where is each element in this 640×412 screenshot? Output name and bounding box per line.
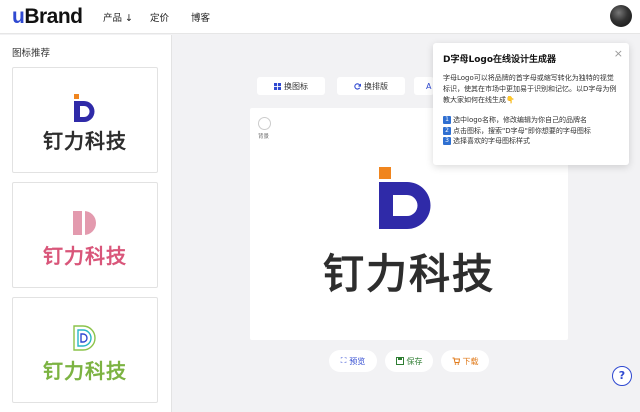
brand-logo-text: Brand	[24, 5, 83, 28]
tooltip-body: 字母Logo可以将品牌的首字母或缩写转化为独特的视觉标识，使其在市场中更加易于识…	[443, 74, 617, 104]
recommend-card-3[interactable]: 钉力科技	[12, 297, 158, 403]
change-icon-label: 换图标	[284, 81, 308, 91]
chevron-down-icon: ↓	[125, 13, 134, 24]
recommend-card-3-word: 钉力科技	[43, 359, 127, 383]
save-label: 保存	[406, 356, 423, 366]
step-number-2: 2	[443, 126, 451, 135]
cart-icon	[452, 357, 460, 365]
change-icon-button[interactable]: 换图标	[257, 77, 325, 95]
background-label: 背景	[258, 134, 270, 140]
background-color-swatch[interactable]	[258, 117, 271, 130]
d-letter-pink-icon	[73, 211, 96, 235]
user-avatar[interactable]	[610, 5, 632, 27]
icon-recommend-sidebar: 图标推荐 钉力科技 钉力科技 钉力科技	[0, 35, 172, 412]
nav-pricing[interactable]: 定价	[150, 10, 169, 24]
recommend-card-2-word: 钉力科技	[43, 244, 127, 268]
download-label: 下载	[462, 356, 479, 366]
preview-button[interactable]: ⛶ 预览	[329, 350, 377, 372]
recommend-card-1-word: 钉力科技	[43, 129, 127, 153]
tooltip-step-1: 1 选中logo名称，修改编辑为你自己的品牌名	[443, 115, 619, 126]
brand-logo[interactable]: uBrand	[12, 5, 83, 29]
top-nav-bar: uBrand 产品 ↓ 定价 博客	[0, 0, 640, 34]
tooltip-title: D字母Logo在线设计生成器	[443, 55, 557, 65]
text-style-button[interactable]: A	[414, 77, 434, 95]
brand-logo-u: u	[12, 5, 25, 28]
logo-brand-name[interactable]: 钉力科技	[250, 240, 568, 300]
preview-label: 预览	[349, 356, 366, 366]
d-letter-logo-icon[interactable]	[379, 167, 441, 229]
sidebar-title: 图标推荐	[12, 48, 51, 59]
change-layout-button[interactable]: 换排版	[337, 77, 405, 95]
change-layout-label: 换排版	[364, 81, 388, 91]
expand-icon: ⛶	[340, 356, 347, 365]
step-number-3: 3	[443, 137, 451, 146]
nav-products-label: 产品	[103, 13, 123, 24]
recommend-card-1[interactable]: 钉力科技	[12, 67, 158, 173]
step-text-2: 点击图标，搜索"D字母"即你想要的字母图标	[453, 126, 591, 135]
refresh-icon	[354, 82, 361, 90]
guide-tooltip: × D字母Logo在线设计生成器 字母Logo可以将品牌的首字母或缩写转化为独特…	[433, 43, 629, 165]
tooltip-step-3: 3 选择喜欢的字母图标样式	[443, 136, 619, 147]
d-letter-logo-icon	[74, 94, 95, 122]
step-text-1: 选中logo名称，修改编辑为你自己的品牌名	[453, 116, 587, 124]
step-text-3: 选择喜欢的字母图标样式	[453, 137, 530, 145]
nav-blog[interactable]: 博客	[191, 10, 210, 24]
step-number-1: 1	[443, 116, 451, 125]
nav-products[interactable]: 产品 ↓	[103, 10, 133, 24]
save-icon	[395, 357, 404, 365]
grid-icon	[274, 82, 281, 90]
close-icon[interactable]: ×	[614, 47, 623, 60]
tooltip-step-2: 2 点击图标，搜索"D字母"即你想要的字母图标	[443, 126, 619, 137]
help-button[interactable]: ?	[612, 366, 632, 386]
recommend-card-2[interactable]: 钉力科技	[12, 182, 158, 288]
save-button[interactable]: 保存	[385, 350, 433, 372]
d-letter-lines-icon	[73, 325, 96, 351]
download-button[interactable]: 下载	[441, 350, 489, 372]
